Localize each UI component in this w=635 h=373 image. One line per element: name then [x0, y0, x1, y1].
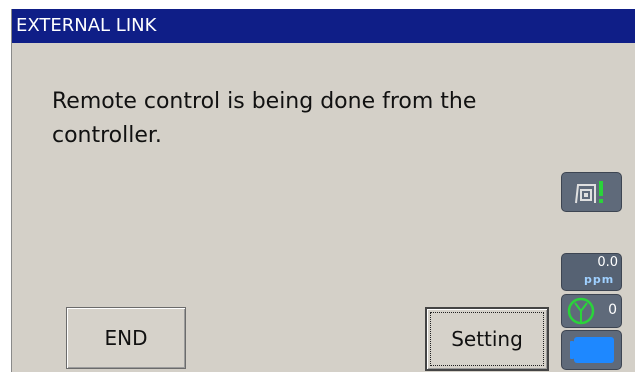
message-line-2: controller.: [52, 123, 162, 148]
prism-indicator[interactable]: 0: [561, 294, 622, 328]
screen: EXTERNAL LINK Remote control is being do…: [11, 9, 635, 372]
status-message: Remote control is being done from the co…: [52, 85, 522, 153]
battery-indicator[interactable]: [561, 330, 622, 370]
window-title: EXTERNAL LINK: [12, 9, 635, 43]
ppm-value: 0.0: [597, 255, 618, 270]
ppm-unit: ppm: [584, 273, 615, 286]
setting-button[interactable]: Setting: [425, 307, 549, 371]
setting-button-label: Setting: [451, 327, 523, 351]
end-button[interactable]: END: [66, 307, 186, 369]
prism-constant-value: 0: [608, 302, 617, 318]
message-line-1: Remote control is being done from the: [52, 89, 477, 114]
external-link-icon: [575, 181, 603, 204]
end-button-label: END: [104, 326, 148, 350]
ppm-indicator[interactable]: 0.0 ppm: [561, 253, 622, 291]
battery-icon: [570, 337, 614, 363]
external-link-indicator[interactable]: [561, 172, 622, 212]
